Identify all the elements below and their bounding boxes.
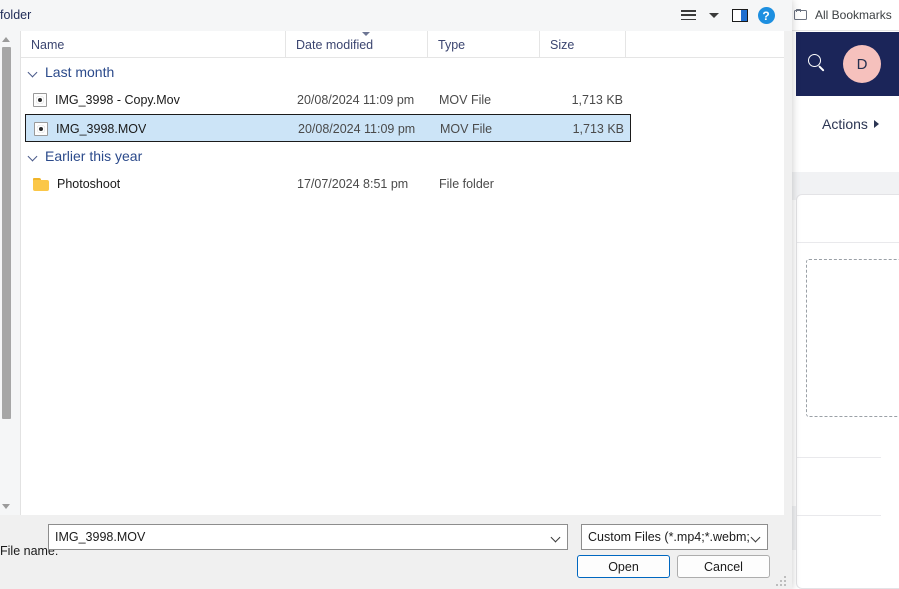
actions-menu-label: Actions [822, 116, 868, 132]
resize-grip-icon[interactable] [776, 576, 787, 587]
file-date-cell: 20/08/2024 11:09 pm [298, 122, 416, 136]
help-icon: ? [757, 7, 775, 24]
table-row[interactable]: IMG_3998 - Copy.Mov 20/08/2024 11:09 pm … [21, 86, 784, 114]
open-button[interactable]: Open [577, 555, 670, 578]
file-name-cell: IMG_3998.MOV [34, 115, 146, 143]
group-header-last-month[interactable]: Last month [21, 58, 784, 86]
mov-file-icon [34, 122, 48, 136]
column-header-size[interactable]: Size [539, 31, 625, 58]
folder-icon [33, 177, 49, 191]
file-rows: Last month IMG_3998 - Copy.Mov 20/08/202… [21, 58, 784, 198]
file-size-cell [535, 170, 627, 198]
scroll-down-arrow-icon[interactable] [2, 504, 10, 509]
column-header-spacer [625, 31, 685, 58]
cancel-button[interactable]: Cancel [677, 555, 770, 578]
column-header-name[interactable]: Name [21, 31, 285, 58]
avatar[interactable]: D [843, 45, 881, 83]
file-size-cell: 1,713 KB [572, 122, 624, 136]
screen: All Bookmarks D Actions folder ? Name Da… [0, 0, 899, 589]
preview-pane-button[interactable] [728, 4, 752, 28]
breadcrumb[interactable]: folder [0, 8, 31, 22]
file-type-cell: MOV File [440, 122, 493, 136]
file-dropzone[interactable] [806, 259, 899, 417]
toolbar-buttons: ? [676, 0, 778, 31]
file-date-cell: 20/08/2024 11:09 pm [297, 93, 415, 107]
chevron-down-icon[interactable] [28, 67, 38, 77]
column-header-type[interactable]: Type [427, 31, 539, 58]
file-type-value: Custom Files (*.mp4;*.webm;*.… [588, 530, 750, 544]
upload-card [796, 194, 899, 589]
file-name-cell: Photoshoot [33, 170, 120, 198]
chevron-down-icon[interactable] [28, 151, 38, 161]
view-mode-button[interactable] [676, 4, 700, 28]
file-name-input[interactable]: IMG_3998.MOV [48, 524, 568, 550]
app-header: D [796, 32, 899, 96]
view-mode-dropdown-button[interactable] [702, 4, 726, 28]
file-type-select[interactable]: Custom Files (*.mp4;*.webm;*.… [581, 524, 768, 550]
file-name-cell: IMG_3998 - Copy.Mov [33, 86, 180, 114]
upload-card-header [797, 195, 899, 243]
file-name-text: Photoshoot [57, 177, 121, 191]
file-list-view: Name Date modified Type Size Last month [20, 31, 784, 515]
dialog-toolbar: folder ? [0, 0, 792, 31]
column-header-row: Name Date modified Type Size [21, 31, 784, 58]
card-divider-2 [797, 515, 881, 516]
file-name-value: IMG_3998.MOV [55, 530, 146, 544]
help-button[interactable]: ? [754, 4, 778, 28]
app-content-strip: Actions [796, 96, 899, 173]
chevron-down-icon [709, 13, 719, 18]
file-date-cell: 17/07/2024 8:51 pm [297, 177, 409, 191]
chevron-down-icon[interactable] [752, 534, 760, 542]
all-bookmarks-label[interactable]: All Bookmarks [815, 8, 892, 22]
actions-menu[interactable]: Actions [822, 116, 879, 132]
file-type-cell: File folder [439, 177, 494, 191]
file-size-cell: 1,713 KB [571, 93, 623, 107]
group-header-earlier-this-year[interactable]: Earlier this year [21, 142, 784, 170]
table-row-selected[interactable]: IMG_3998.MOV 20/08/2024 11:09 pm MOV Fil… [21, 114, 784, 142]
scroll-up-arrow-icon[interactable] [2, 37, 10, 42]
file-name-text: IMG_3998 - Copy.Mov [55, 93, 180, 107]
table-row[interactable]: Photoshoot 17/07/2024 8:51 pm File folde… [21, 170, 784, 198]
search-icon[interactable] [808, 54, 827, 73]
chevron-down-icon[interactable] [552, 534, 560, 542]
group-header-label: Earlier this year [45, 148, 143, 164]
card-divider-1 [797, 457, 881, 458]
column-header-date-modified[interactable]: Date modified [285, 31, 427, 58]
list-view-icon [680, 10, 696, 21]
file-type-cell: MOV File [439, 93, 492, 107]
file-name-text: IMG_3998.MOV [56, 122, 147, 136]
group-header-label: Last month [45, 64, 115, 80]
caret-right-icon [873, 120, 879, 128]
mov-file-icon [33, 93, 47, 107]
navigation-pane-scrollbar[interactable] [0, 31, 14, 515]
bookmarks-bar: All Bookmarks [790, 0, 899, 31]
preview-pane-icon [732, 9, 748, 22]
folder-icon [794, 9, 809, 21]
file-open-dialog: folder ? ts [0, 0, 792, 589]
scroll-thumb[interactable] [2, 47, 11, 419]
